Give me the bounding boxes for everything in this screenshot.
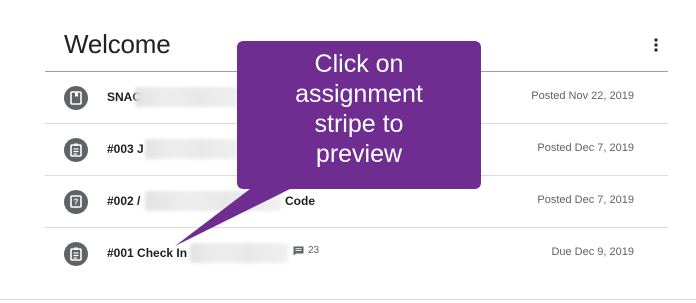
comment-count-value: 23 (308, 245, 320, 256)
comment-icon (293, 246, 304, 255)
callout-text: Click on assignment stripe to preview (238, 49, 480, 189)
redacted-text (135, 87, 241, 107)
redacted-text (145, 191, 281, 211)
book-icon (64, 86, 88, 110)
assignment-icon (64, 138, 88, 162)
question-icon: ? (64, 190, 88, 214)
assignment-date: Posted Dec 7, 2019 (537, 142, 634, 154)
callout-line: stripe to (314, 110, 404, 138)
page-title: Welcome (64, 29, 171, 59)
assignment-date: Posted Dec 7, 2019 (537, 194, 634, 206)
callout-line: preview (315, 140, 403, 168)
redacted-text (145, 139, 241, 159)
assignment-date: Due Dec 9, 2019 (551, 246, 634, 258)
assignment-icon (64, 242, 88, 266)
bottom-divider (0, 299, 696, 300)
assignment-title: #003 J (107, 142, 144, 156)
comment-count: 23 (293, 245, 319, 256)
svg-text:?: ? (74, 198, 79, 207)
assignment-title: #001 Check In (107, 246, 188, 260)
more-options-button[interactable] (644, 33, 668, 57)
assignment-date: Posted Nov 22, 2019 (531, 90, 634, 102)
assignment-title-suffix: Code (285, 194, 315, 208)
more-vert-icon (654, 38, 658, 52)
assignment-title: #002 / (107, 194, 141, 208)
assignment-row-001[interactable]: #001 Check In 23 Due Dec 9, 2019 (45, 228, 668, 279)
redacted-text (190, 243, 288, 263)
callout-line: Click on (314, 50, 404, 78)
callout-line: assignment (295, 80, 423, 108)
